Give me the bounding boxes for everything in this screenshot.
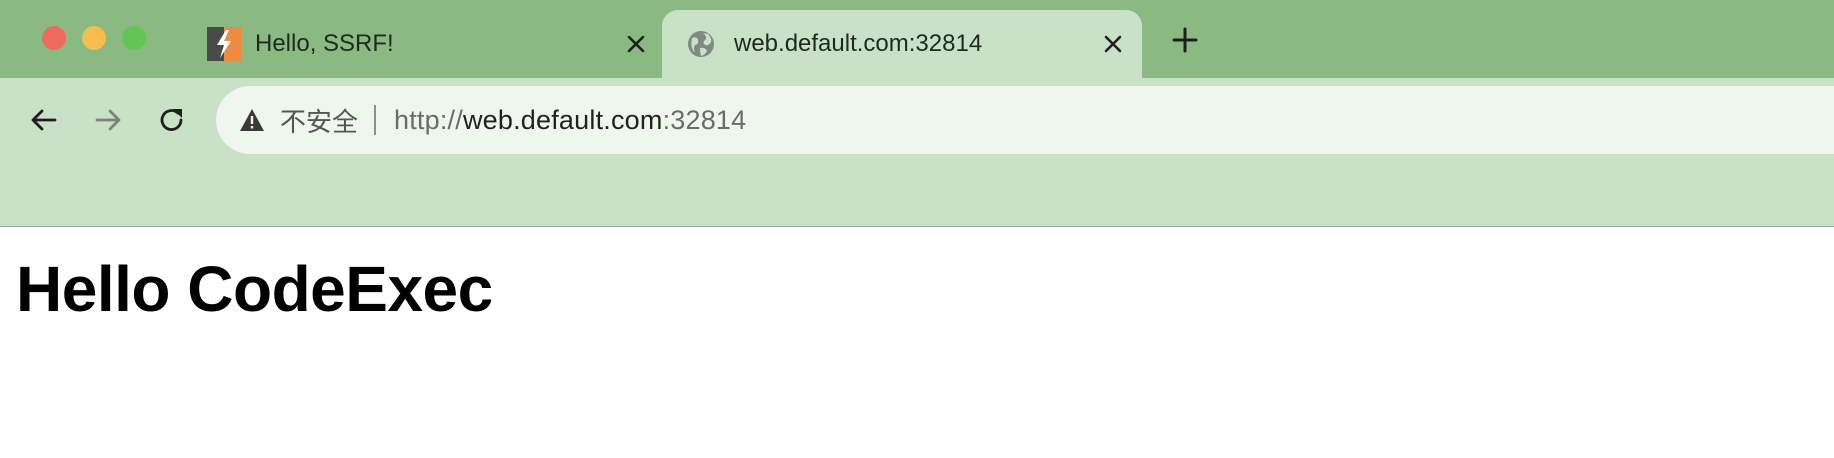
plus-icon [1172, 27, 1198, 58]
tab-title: web.default.com:32814 [734, 30, 983, 57]
globe-icon [686, 29, 716, 59]
url-scheme: http:// [394, 104, 463, 135]
reload-button[interactable] [152, 102, 192, 142]
back-button[interactable] [24, 102, 64, 142]
page-content: Hello CodeExec [16, 252, 493, 326]
tab-hello-ssrf[interactable]: Hello, SSRF! [195, 10, 665, 78]
new-tab-button[interactable] [1168, 25, 1202, 59]
arrow-right-icon [93, 105, 123, 140]
tab-web-default[interactable]: web.default.com:32814 [662, 10, 1142, 78]
burp-suite-icon [207, 27, 241, 61]
address-bar[interactable]: 不安全 http://web.default.com:32814 [216, 86, 1834, 154]
window-maximize-button[interactable] [122, 26, 146, 50]
reload-icon [157, 105, 187, 140]
tab-strip: Hello, SSRF! web.default.com:32814 [0, 0, 1834, 78]
close-icon[interactable] [1098, 29, 1128, 59]
url-host: web.default.com [462, 104, 663, 135]
security-status-label[interactable]: 不安全 [280, 102, 358, 139]
url-text[interactable]: http://web.default.com:32814 [394, 105, 746, 136]
warning-triangle-icon[interactable] [238, 106, 266, 134]
arrow-left-icon [29, 105, 59, 140]
tab-title: Hello, SSRF! [255, 30, 394, 57]
browser-toolbar: 不安全 http://web.default.com:32814 [0, 78, 1834, 227]
window-close-button[interactable] [42, 26, 66, 50]
close-icon[interactable] [621, 29, 651, 59]
url-port: :32814 [662, 104, 747, 135]
window-minimize-button[interactable] [82, 26, 106, 50]
page-heading: Hello CodeExec [16, 253, 493, 325]
address-separator [374, 105, 377, 135]
forward-button[interactable] [88, 102, 128, 142]
